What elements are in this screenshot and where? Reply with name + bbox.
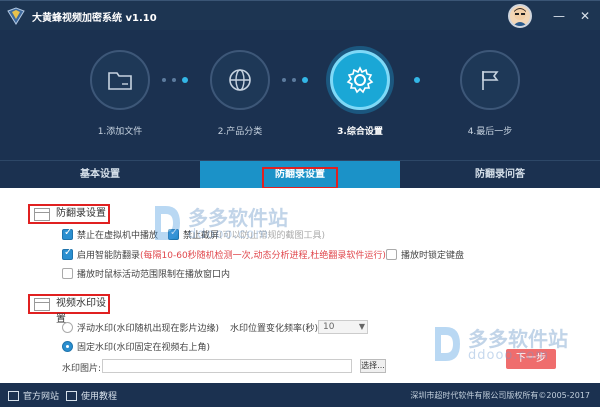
folder-icon [108, 72, 132, 90]
checkbox-mouse-limit[interactable] [62, 268, 73, 279]
option-smart-anti-record[interactable]: 启用智能防翻录 (每隔10-60秒随机检测一次,动态分析进程,杜绝翻录软件运行) [62, 247, 386, 261]
step-label-add-files: 1.添加文件 [97, 127, 143, 137]
tab-anti-record-faq[interactable]: 防翻录问答 [400, 161, 600, 189]
gear-icon [346, 66, 374, 94]
checkbox-smart-anti-record[interactable] [62, 247, 73, 260]
tab-basic-settings[interactable]: 基本设置 [0, 161, 200, 189]
settings-panel: 防翻录设置 禁止在虚拟机中播放 禁止截屏 (可以防止常规的截图工具) 启用智能防… [0, 188, 600, 383]
wizard-steps: 1.添加文件 2.产品分类 3.综合设置 4.最后一步 [0, 30, 600, 160]
watermark-frequency-select[interactable]: 10 ▼ [318, 320, 368, 334]
site-logo-icon [435, 327, 460, 361]
app-window: 大黄蜂视频加密系统 v1.10 — ✕ 1.添加文件 2.产品分类 3.综合设置… [0, 0, 600, 407]
app-logo-icon [7, 7, 25, 25]
footer-bar: 官方网站 使用教程 深圳市超时代软件有限公司版权所有©2005-2017 [0, 383, 600, 407]
next-button[interactable]: 下一步 [506, 349, 556, 369]
avatar[interactable] [508, 4, 532, 28]
radio-fixed-watermark[interactable] [62, 341, 73, 352]
checkbox-no-screenshot[interactable] [168, 227, 179, 240]
step-connector-2 [282, 77, 308, 83]
option-mouse-limit[interactable]: 播放时鼠标活动范围限制在播放窗口内 [62, 267, 230, 280]
step-label-categories: 2.产品分类 [217, 127, 263, 137]
step-connector-3 [414, 77, 420, 83]
watermark-image-label: 水印图片: [62, 364, 102, 374]
flag-icon [482, 71, 499, 90]
monitor-icon [8, 390, 19, 401]
tutorial-link[interactable]: 使用教程 [66, 389, 117, 402]
copyright-text: 深圳市超时代软件有限公司版权所有©2005-2017 [410, 391, 590, 400]
radio-floating-watermark[interactable] [62, 322, 73, 333]
smart-anti-record-note: (每隔10-60秒随机检测一次,动态分析进程,杜绝翻录软件运行) [140, 251, 386, 261]
option-fixed-watermark[interactable]: 固定水印(水印固定在视频右上角) [62, 340, 210, 353]
anti-record-section-title: 防翻录设置 [28, 204, 110, 224]
step-settings[interactable] [330, 50, 390, 110]
close-button[interactable]: ✕ [578, 9, 592, 23]
option-lock-keyboard[interactable]: 播放时锁定键盘 [386, 248, 464, 261]
book-icon [66, 390, 77, 401]
app-title: 大黄蜂视频加密系统 v1.10 [32, 13, 157, 24]
watermark-section-title: 视频水印设置 [28, 294, 110, 325]
step-categories[interactable] [210, 50, 270, 110]
tab-highlight-box [262, 167, 338, 189]
step-final[interactable] [460, 50, 520, 110]
official-website-link[interactable]: 官方网站 [8, 389, 59, 402]
option-no-vm[interactable]: 禁止在虚拟机中播放 [62, 227, 158, 241]
step-connector-1 [162, 77, 188, 83]
option-floating-watermark[interactable]: 浮动水印(水印随机出现在影片边缘) [62, 321, 219, 334]
globe-icon [229, 69, 251, 91]
option-no-screenshot[interactable]: 禁止截屏 (可以防止常规的截图工具) [168, 227, 326, 241]
step-label-final: 4.最后一步 [467, 127, 513, 137]
watermark-image-input[interactable] [102, 359, 352, 373]
watermark-frequency-label: 水印位置变化频率(秒): [230, 324, 322, 334]
checkbox-no-vm[interactable] [62, 227, 73, 240]
site-watermark-name: 多多软件站 [468, 327, 568, 351]
step-label-settings: 3.综合设置 [337, 127, 383, 137]
site-watermark-name: 多多软件站 [188, 206, 288, 230]
step-add-files[interactable] [90, 50, 150, 110]
checkbox-lock-keyboard[interactable] [386, 249, 397, 260]
chevron-down-icon: ▼ [358, 322, 365, 331]
section-settings-icon [34, 208, 50, 221]
section-video-icon [34, 298, 50, 311]
browse-button[interactable]: 选择... [360, 359, 386, 373]
screenshot-hint: (可以防止常规的截图工具) [219, 231, 326, 241]
title-bar: 大黄蜂视频加密系统 v1.10 — ✕ [0, 0, 600, 30]
minimize-button[interactable]: — [552, 9, 566, 23]
